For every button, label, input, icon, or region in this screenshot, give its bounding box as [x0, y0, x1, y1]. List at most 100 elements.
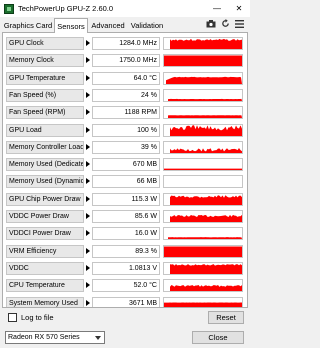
log-to-file-checkbox[interactable]: [8, 313, 17, 322]
sensor-label: Memory Controller Load: [6, 140, 84, 154]
log-row: Log to file Reset: [0, 310, 250, 326]
sensor-dropdown-arrow-icon[interactable]: [86, 91, 90, 98]
sensor-graph-area: [168, 98, 242, 101]
sensor-row: GPU Clock 1284.0 MHz: [6, 36, 246, 51]
sensor-row: VDDC Power Draw 85.6 W: [6, 209, 246, 224]
sensor-dropdown-arrow-icon[interactable]: [86, 143, 90, 150]
sensor-row: VDDC 1.0813 V: [6, 261, 246, 276]
sensor-label: GPU Load: [6, 123, 84, 137]
sensor-row: GPU Load 100 %: [6, 123, 246, 138]
hamburger-icon[interactable]: [234, 19, 244, 28]
sensor-value: 89.3 %: [92, 244, 160, 258]
sensor-label: Memory Clock: [6, 54, 84, 68]
close-button[interactable]: Close: [192, 331, 244, 344]
sensor-graph: [163, 158, 243, 172]
select-row: Radeon RX 570 Series Close: [0, 330, 250, 346]
sensor-value: 1.0813 V: [92, 261, 160, 275]
sensor-label: Memory Used (Dedicated): [6, 158, 84, 172]
sensor-graph: [163, 192, 243, 206]
sensor-label: GPU Chip Power Draw: [6, 192, 84, 206]
sensor-label: Fan Speed (%): [6, 88, 84, 102]
sensor-graph: [163, 244, 243, 258]
sensor-dropdown-arrow-icon[interactable]: [86, 247, 90, 254]
sensor-graph-area: [166, 76, 242, 84]
sensor-graph-area: [170, 285, 242, 292]
sensor-graph-area: [164, 168, 242, 171]
sensor-graph-area: [164, 55, 242, 67]
sensor-value: 85.6 W: [92, 210, 160, 223]
sensor-label: Fan Speed (RPM): [6, 106, 84, 120]
sensor-dropdown-arrow-icon[interactable]: [86, 74, 90, 81]
sensor-graph: [163, 88, 243, 102]
sensor-graph: [163, 54, 243, 68]
sensor-graph: [163, 210, 243, 223]
sensor-label: CPU Temperature: [6, 279, 84, 293]
sensor-value: 16.0 W: [92, 227, 160, 241]
sensor-row: Fan Speed (RPM) 1188 RPM: [6, 105, 246, 120]
sensor-graph: [163, 140, 243, 154]
sensor-label: GPU Clock: [6, 37, 84, 50]
sensor-row: Memory Used (Dedicated) 670 MB: [6, 157, 246, 172]
sensor-value: 670 MB: [92, 158, 160, 172]
sensor-graph-area: [164, 302, 242, 307]
minimize-button[interactable]: —: [206, 0, 228, 17]
refresh-icon[interactable]: [220, 19, 230, 28]
sensor-row: VRM Efficiency 89.3 %: [6, 244, 246, 259]
sensor-value: 39 %: [92, 140, 160, 154]
sensor-value: 100 %: [92, 123, 160, 137]
sensor-graph: [163, 261, 243, 275]
gpu-select[interactable]: Radeon RX 570 Series: [5, 331, 105, 344]
tab-sensors[interactable]: Sensors: [54, 18, 88, 33]
camera-icon[interactable]: [206, 19, 216, 28]
sensor-row: Memory Clock 1750.0 MHz: [6, 53, 246, 68]
sensor-graph: [163, 37, 243, 50]
sensor-graph-area: [164, 246, 242, 257]
gpuz-app-icon: [4, 3, 14, 14]
sensor-label: VDDC: [6, 261, 84, 275]
sensor-dropdown-arrow-icon[interactable]: [86, 161, 90, 168]
sensor-label: VRM Efficiency: [6, 244, 84, 258]
sensor-row: System Memory Used 3671 MB: [6, 296, 246, 307]
sensor-label: VDDCI Power Draw: [6, 227, 84, 241]
tab-graphics-card[interactable]: Graphics Card: [2, 19, 54, 32]
sensor-row: GPU Temperature 64.0 °C: [6, 71, 246, 86]
sensor-value: 115.3 W: [92, 192, 160, 206]
tab-bar: Graphics Card Sensors Advanced Validatio…: [0, 18, 250, 33]
sensors-panel: GPU Clock 1284.0 MHz Memory Clock 1750.0 MH…: [2, 32, 248, 308]
tab-validation[interactable]: Validation: [128, 19, 166, 32]
reset-button[interactable]: Reset: [208, 311, 244, 324]
sensor-dropdown-arrow-icon[interactable]: [86, 282, 90, 289]
sensor-row: CPU Temperature 52.0 °C: [6, 278, 246, 293]
sensor-graph: [163, 71, 243, 85]
sensor-dropdown-arrow-icon[interactable]: [86, 40, 90, 46]
sensor-value: 64.0 °C: [92, 71, 160, 85]
sensor-value: 3671 MB: [92, 296, 160, 307]
sensor-dropdown-arrow-icon[interactable]: [86, 57, 90, 64]
sensor-graph-area: [170, 214, 242, 222]
sensor-graph-area: [170, 194, 242, 205]
tab-advanced[interactable]: Advanced: [89, 19, 127, 32]
close-window-button[interactable]: ✕: [228, 0, 250, 17]
chevron-down-icon: [95, 336, 101, 340]
sensor-value: 1188 RPM: [92, 106, 160, 120]
sensor-graph: [163, 175, 243, 189]
window-title: TechPowerUp GPU-Z 2.60.0: [18, 4, 114, 13]
sensor-label: VDDC Power Draw: [6, 210, 84, 223]
sensor-dropdown-arrow-icon[interactable]: [86, 213, 90, 219]
sensor-dropdown-arrow-icon[interactable]: [86, 126, 90, 133]
sensor-value: 66 MB: [92, 175, 160, 189]
sensor-dropdown-arrow-icon[interactable]: [86, 109, 90, 116]
sensor-graph-area: [170, 38, 242, 49]
sensor-dropdown-arrow-icon[interactable]: [86, 230, 90, 237]
title-bar[interactable]: TechPowerUp GPU-Z 2.60.0 — ✕: [0, 0, 250, 17]
sensor-graph: [163, 279, 243, 293]
sensor-dropdown-arrow-icon[interactable]: [86, 178, 90, 185]
sensor-dropdown-arrow-icon[interactable]: [86, 299, 90, 306]
sensor-value: 24 %: [92, 88, 160, 102]
sensor-graph: [163, 123, 243, 137]
sensor-dropdown-arrow-icon[interactable]: [86, 264, 90, 271]
sensor-graph: [163, 227, 243, 241]
sensor-label: Memory Used (Dynamic): [6, 175, 84, 189]
sensor-dropdown-arrow-icon[interactable]: [86, 195, 90, 202]
sensor-graph-area: [170, 263, 242, 274]
